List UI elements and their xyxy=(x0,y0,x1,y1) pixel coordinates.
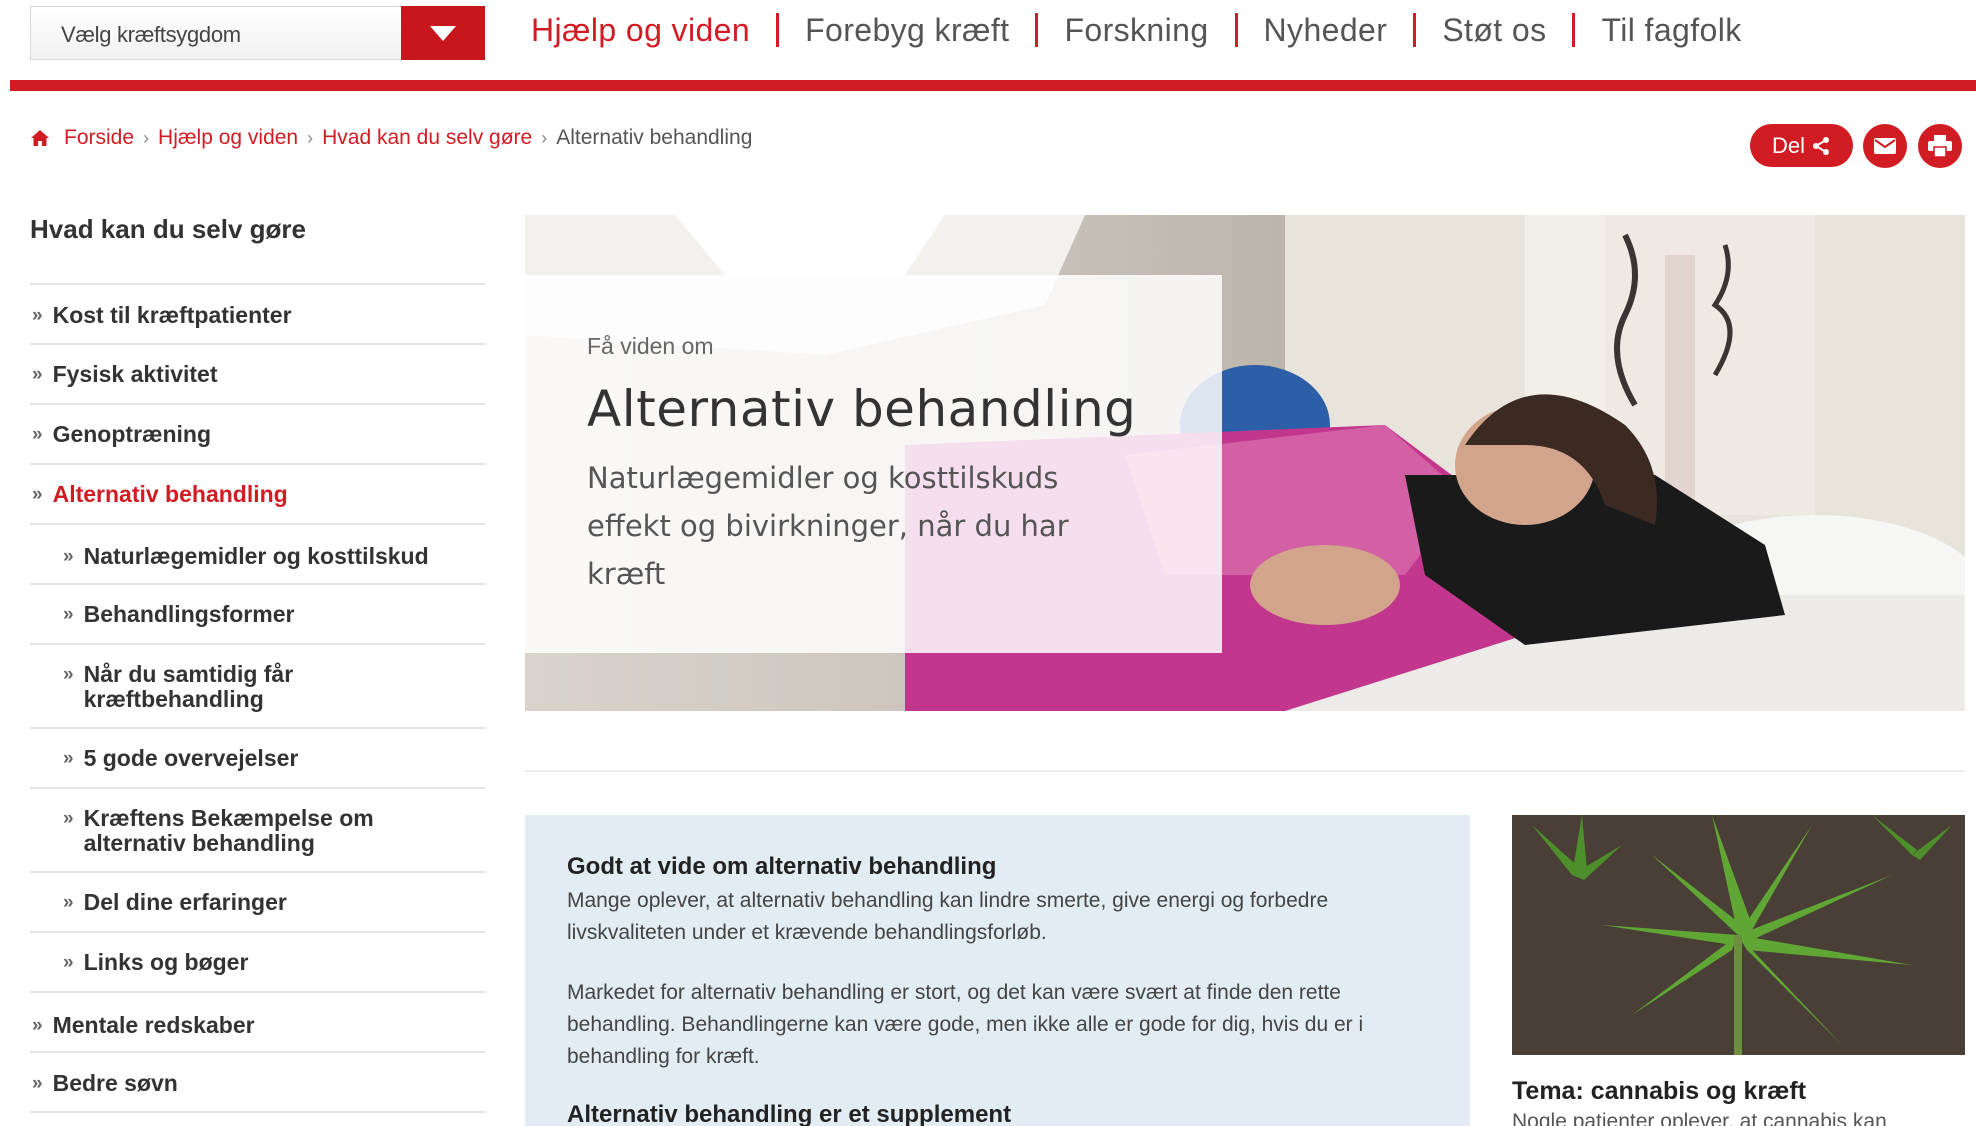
breadcrumb-hjaelp-og-viden[interactable]: Hjælp og viden xyxy=(158,126,298,150)
sidebar-subitem-kraeftens-bekaempelse[interactable]: » Kræftens Bekæmpelse om alternativ beha… xyxy=(30,789,485,873)
theme-card-title: Tema: cannabis og kræft xyxy=(1512,1077,1807,1105)
cancer-select-value: Vælg kræftsygdom xyxy=(61,22,241,47)
breadcrumb-separator: › xyxy=(307,127,314,148)
theme-card-cannabis[interactable]: Tema: cannabis og kræft Nogle patienter … xyxy=(1512,815,1965,1126)
raquo-icon: » xyxy=(32,1015,43,1036)
sidebar-item-label: Mentale redskaber xyxy=(52,1012,255,1038)
sidebar-item-label: Behandlingsformer xyxy=(83,601,295,627)
email-button[interactable] xyxy=(1863,124,1907,168)
raquo-icon: » xyxy=(32,484,43,505)
raquo-icon: » xyxy=(63,892,74,913)
sidebar-item-label: Fysisk aktivitet xyxy=(52,361,218,387)
sidebar-nav: Hvad kan du selv gøre » Kost til kræftpa… xyxy=(30,210,485,1113)
share-icon xyxy=(1813,136,1829,155)
sidebar-subitem-behandlingsformer[interactable]: » Behandlingsformer xyxy=(30,585,485,645)
sidebar-item-label: Kost til kræftpatienter xyxy=(52,302,292,328)
hero-text-card: Få viden om Alternativ behandling Naturl… xyxy=(525,275,1222,653)
info-paragraph: Mange oplever, at alternativ behandling … xyxy=(567,889,1329,944)
raquo-icon: » xyxy=(63,952,74,973)
cannabis-image xyxy=(1512,815,1965,1055)
breadcrumb-home[interactable]: Forside xyxy=(64,126,134,150)
sidebar-item-label: Naturlægemidler og kosttilskud xyxy=(83,543,429,569)
nav-nyheder[interactable]: Nyheder xyxy=(1238,12,1414,49)
sidebar-subitem-samtidig-kraeftbehandling[interactable]: » Når du samtidig får kræftbehandling xyxy=(30,645,485,729)
sidebar-subitem-links-og-boeger[interactable]: » Links og bøger xyxy=(30,933,485,993)
raquo-icon: » xyxy=(32,364,43,385)
breadcrumb-hvad-kan-du-selv-goere[interactable]: Hvad kan du selv gøre xyxy=(322,126,532,150)
sidebar-item-kost[interactable]: » Kost til kræftpatienter xyxy=(30,285,485,345)
raquo-icon: » xyxy=(63,748,74,769)
info-box: Godt at vide om alternativ behandling Ma… xyxy=(525,815,1470,1126)
sidebar-item-label: Kræftens Bekæmpelse om alternativ behand… xyxy=(83,805,374,856)
dropdown-button[interactable] xyxy=(401,6,485,60)
sidebar-subitem-del-dine-erfaringer[interactable]: » Del dine erfaringer xyxy=(30,873,485,933)
sidebar-subitem-naturlaegemidler[interactable]: » Naturlægemidler og kosttilskud xyxy=(30,525,485,585)
chevron-down-icon xyxy=(430,25,456,41)
sidebar-item-label: Når du samtidig får kræftbehandling xyxy=(83,661,294,712)
cannabis-leaf-illustration xyxy=(1512,815,1965,1055)
sidebar-title: Hvad kan du selv gøre xyxy=(30,210,485,285)
sidebar-item-mentale-redskaber[interactable]: » Mentale redskaber xyxy=(30,993,485,1053)
raquo-icon: » xyxy=(32,1073,43,1094)
sidebar-item-genoptraening[interactable]: » Genoptræning xyxy=(30,405,485,465)
cancer-type-select[interactable]: Vælg kræftsygdom xyxy=(30,6,485,60)
breadcrumb: Forside › Hjælp og viden › Hvad kan du s… xyxy=(30,126,752,150)
print-button[interactable] xyxy=(1918,124,1962,168)
breadcrumb-separator: › xyxy=(143,127,150,148)
printer-icon xyxy=(1928,135,1952,157)
sidebar-item-fysisk-aktivitet[interactable]: » Fysisk aktivitet xyxy=(30,345,485,405)
sidebar-item-label: Del dine erfaringer xyxy=(83,889,287,915)
raquo-icon: » xyxy=(63,546,74,567)
theme-card-teaser: Nogle patienter oplever, at cannabis kan xyxy=(1512,1110,1887,1126)
sidebar-subitem-5-gode-overvejelser[interactable]: » 5 gode overvejelser xyxy=(30,729,485,789)
main-navigation: Hjælp og viden Forebyg kræft Forskning N… xyxy=(505,8,1768,52)
hero-banner: Få viden om Alternativ behandling Naturl… xyxy=(525,215,1965,711)
raquo-icon: » xyxy=(63,604,74,625)
sidebar-item-label: Links og bøger xyxy=(83,949,249,975)
nav-forskning[interactable]: Forskning xyxy=(1038,12,1234,49)
info-paragraph: Markedet for alternativ behandling er st… xyxy=(567,981,1364,1068)
section-divider xyxy=(525,770,1965,772)
info-heading: Alternativ behandling er et supplement xyxy=(567,1101,1012,1126)
share-button[interactable]: Del xyxy=(1750,124,1853,167)
breadcrumb-separator: › xyxy=(541,127,548,148)
hero-subtitle: Naturlægemidler og kosttilskuds effekt o… xyxy=(587,461,1069,591)
sidebar-item-alternativ-behandling[interactable]: » Alternativ behandling xyxy=(30,465,485,525)
top-bar: Vælg kræftsygdom Hjælp og viden Forebyg … xyxy=(0,0,1976,80)
raquo-icon: » xyxy=(32,305,43,326)
home-icon xyxy=(31,130,49,146)
sidebar-item-bedre-soevn[interactable]: » Bedre søvn xyxy=(30,1053,485,1113)
sidebar-item-label: 5 gode overvejelser xyxy=(83,745,299,771)
nav-hjaelp-og-viden[interactable]: Hjælp og viden xyxy=(505,12,776,49)
nav-forebyg-kraeft[interactable]: Forebyg kræft xyxy=(779,12,1035,49)
header-divider xyxy=(10,80,1976,91)
sidebar-item-label: Alternativ behandling xyxy=(52,481,288,507)
hero-eyebrow: Få viden om xyxy=(587,333,714,359)
nav-stoet-os[interactable]: Støt os xyxy=(1416,12,1572,49)
share-label: Del xyxy=(1771,132,1805,158)
sidebar-item-label: Genoptræning xyxy=(52,421,212,447)
sidebar-item-label: Bedre søvn xyxy=(52,1070,178,1096)
nav-til-fagfolk[interactable]: Til fagfolk xyxy=(1575,12,1767,49)
page-title: Alternativ behandling xyxy=(587,380,1137,438)
mail-icon xyxy=(1874,138,1896,154)
raquo-icon: » xyxy=(63,808,74,829)
breadcrumb-current: Alternativ behandling xyxy=(556,126,753,149)
raquo-icon: » xyxy=(32,424,43,445)
raquo-icon: » xyxy=(63,664,74,685)
info-heading: Godt at vide om alternativ behandling xyxy=(567,853,997,880)
